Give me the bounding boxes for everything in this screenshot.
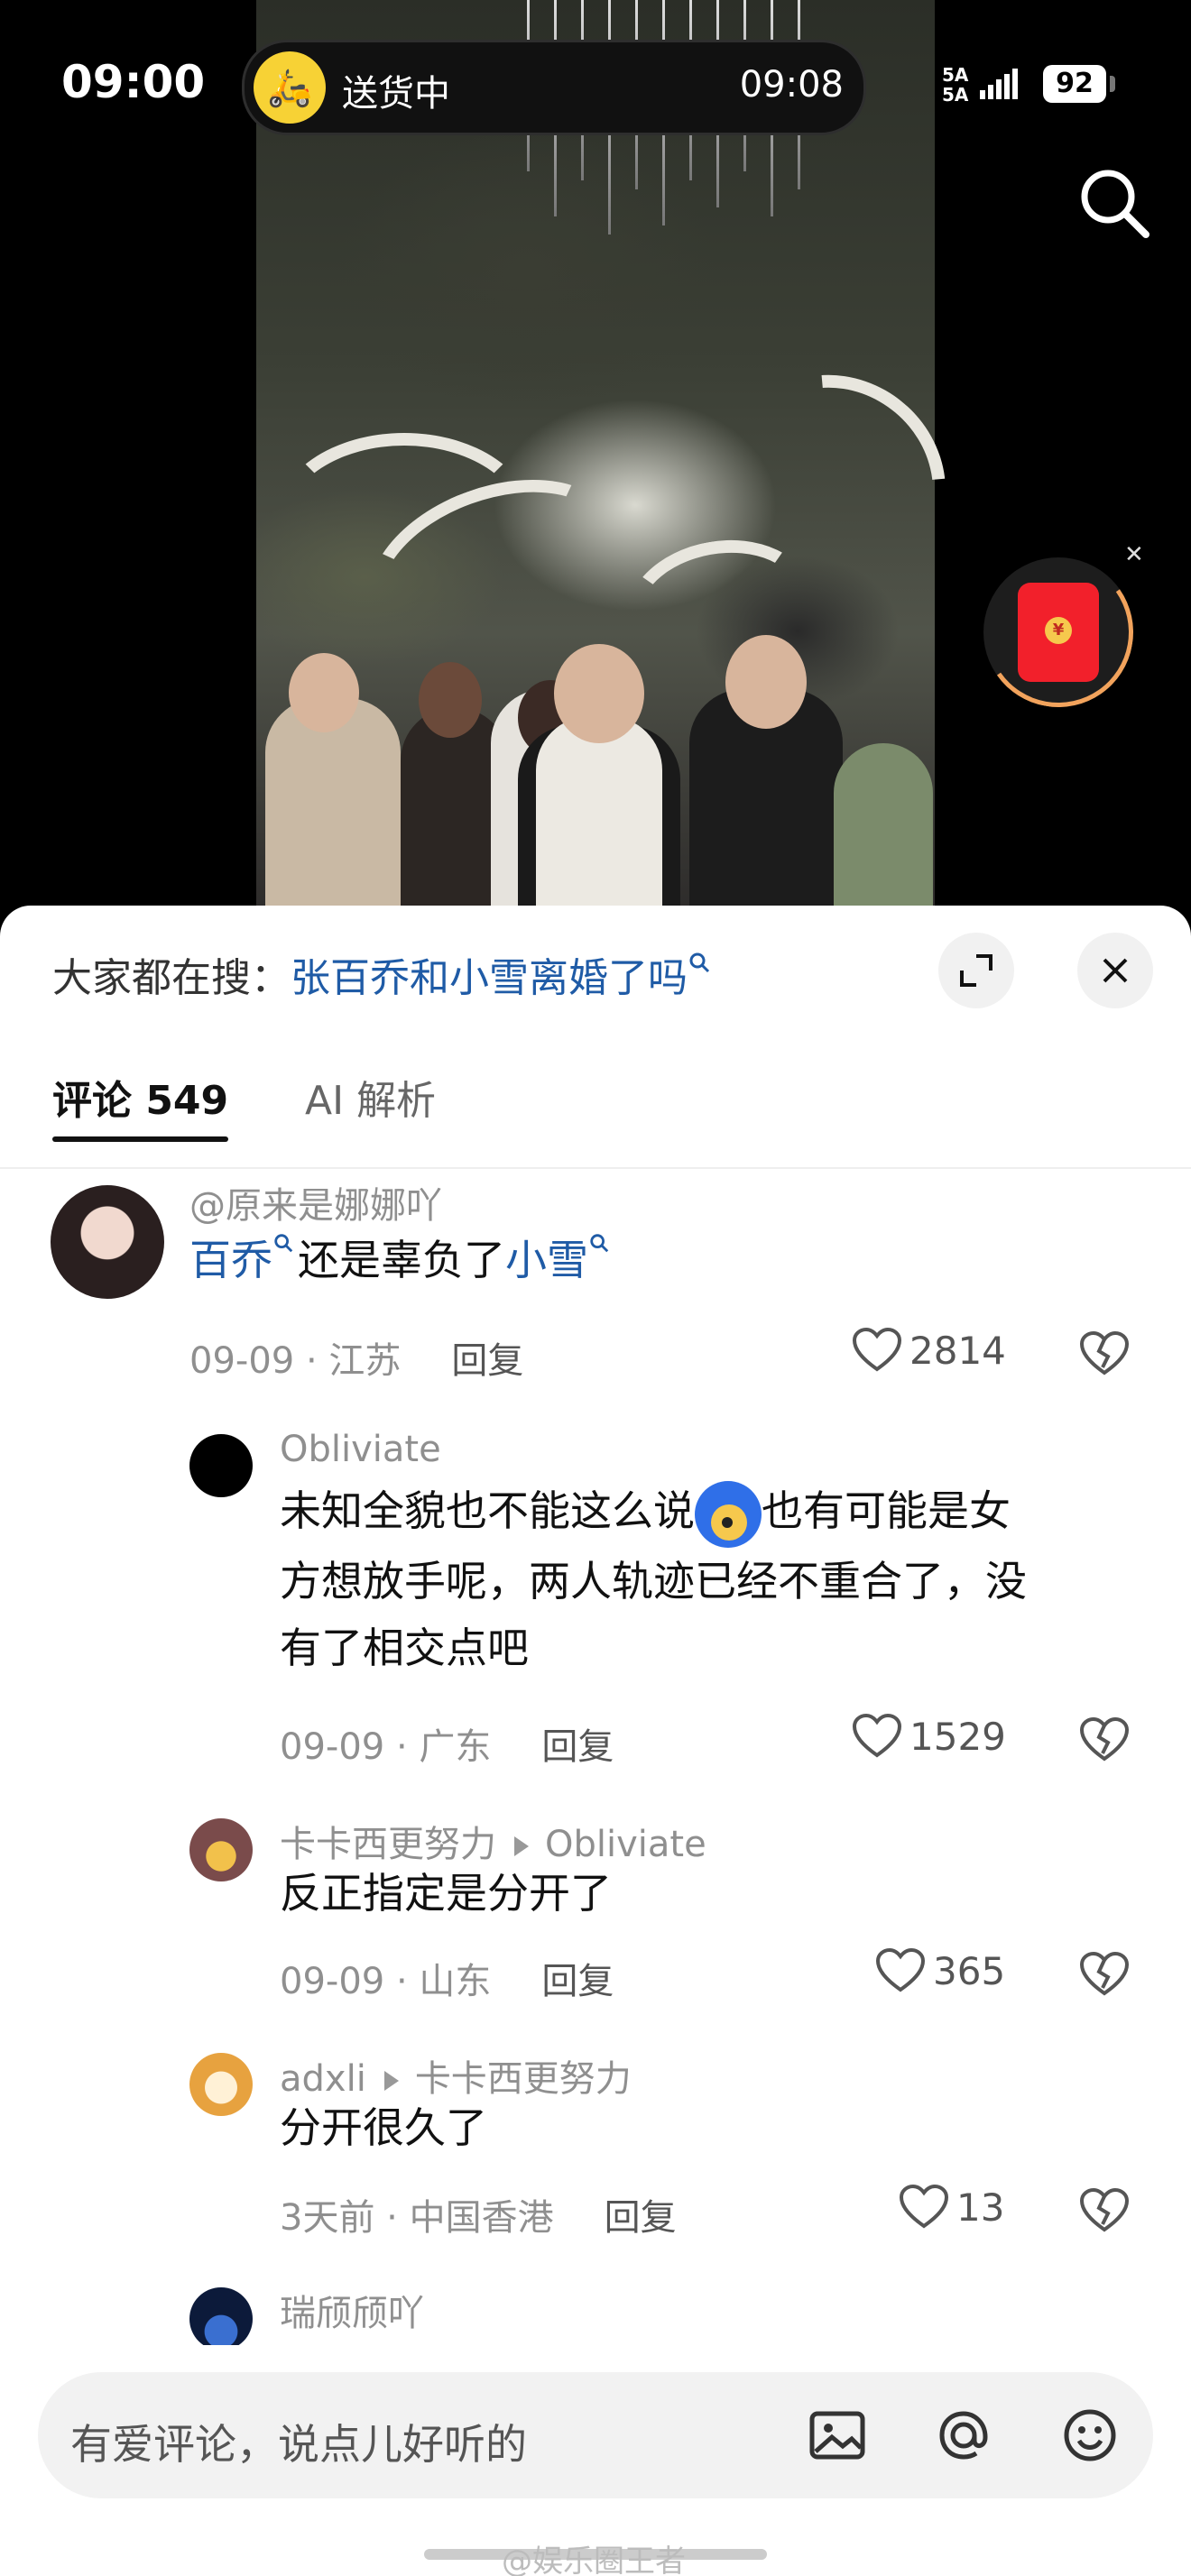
avatar[interactable] (189, 2053, 253, 2116)
like-button[interactable]: 1529 (852, 1714, 1006, 1759)
like-count: 13 (956, 2185, 1005, 2230)
heart-icon (875, 1948, 926, 1992)
avatar[interactable] (51, 1185, 164, 1299)
reply-button[interactable]: 回复 (451, 1340, 523, 1382)
broken-heart-icon[interactable] (1079, 1331, 1130, 1376)
live-activity-time: 09:08 (739, 64, 844, 106)
close-sheet-button[interactable] (1077, 933, 1153, 1008)
reply-button[interactable]: 回复 (541, 1726, 614, 1768)
search-icon[interactable] (1074, 162, 1155, 244)
avatar[interactable] (189, 1434, 253, 1497)
avatar[interactable] (189, 2287, 253, 2351)
comment-text: 分开很久了 (280, 2103, 487, 2152)
broken-heart-icon[interactable] (1079, 1717, 1130, 1762)
like-count: 2814 (909, 1328, 1006, 1373)
comment-meta: 09-09 · 山东 回复 (280, 1961, 614, 2002)
search-suggestion-prefix: 大家都在搜： (52, 955, 291, 1001)
red-packet-widget[interactable]: ¥ (971, 545, 1146, 720)
tab-ai-analysis[interactable]: AI 解析 (305, 1068, 436, 1126)
status-time: 09:00 (61, 56, 206, 108)
expand-icon (960, 954, 992, 987)
at-icon[interactable] (931, 2403, 996, 2468)
broken-heart-icon[interactable] (1079, 1952, 1130, 1997)
watermark: @娱乐圈王者 (502, 2544, 686, 2576)
search-suggestion-query[interactable]: 张百乔和小雪离婚了吗 (291, 955, 688, 1001)
heart-icon (852, 1328, 902, 1372)
reply-arrow-icon (383, 2071, 399, 2091)
comment-sheet: 大家都在搜：张百乔和小雪离婚了吗 评论 549 AI 解析 @原来是娜娜吖 百乔… (0, 906, 1191, 2576)
like-button[interactable]: 13 (899, 2185, 1004, 2230)
like-count: 365 (933, 1948, 1006, 1993)
emoji-icon[interactable] (1057, 2403, 1122, 2468)
heart-icon (899, 2185, 949, 2229)
close-icon (1103, 958, 1128, 983)
live-activity-label: 送货中 (342, 73, 450, 115)
broken-heart-icon[interactable] (1079, 2188, 1130, 2233)
comment-meta: 09-09 · 广东 回复 (280, 1726, 614, 1768)
heart-icon (852, 1714, 902, 1758)
battery-cap (1110, 76, 1115, 92)
like-button[interactable]: 365 (875, 1948, 1005, 1993)
search-suggestion[interactable]: 大家都在搜：张百乔和小雪离婚了吗 (52, 945, 711, 1003)
comment-input-placeholder: 有爱评论，说点儿好听的 (70, 2420, 527, 2469)
avatar[interactable] (189, 1818, 253, 1881)
like-button[interactable]: 2814 (852, 1328, 1006, 1373)
reply-arrow-icon (514, 1836, 529, 1856)
red-packet-close-icon[interactable]: ✕ (1124, 541, 1144, 568)
comment-text: 百乔 还是辜负了小雪 (189, 1227, 614, 1293)
delivery-scooter-icon: 🛵 (254, 51, 326, 124)
comment-input-bar: 有爱评论，说点儿好听的 @娱乐圈王者 (0, 2345, 1191, 2576)
battery-level: 92 (1043, 65, 1106, 103)
signal-label: 5A 5A (942, 64, 969, 106)
live-activity-pill[interactable]: 🛵 送货中 09:08 (242, 40, 866, 135)
reply-button[interactable]: 回复 (605, 2197, 677, 2239)
comment-username[interactable]: @原来是娜娜吖 (189, 1176, 442, 1228)
comment-text: 反正指定是分开了 (280, 1869, 612, 1918)
comment-input[interactable]: 有爱评论，说点儿好听的 (38, 2372, 1153, 2498)
comment-meta: 3天前 · 中国香港 回复 (280, 2197, 677, 2239)
comment-username[interactable]: Obliviate (280, 1429, 441, 1470)
comment-text: 未知全貌也不能这么说 也有可能是女 方想放手呢，两人轨迹已经不重合了，没 有了相交… (280, 1477, 1137, 1681)
search-mini-icon (590, 1234, 609, 1253)
red-envelope-icon: ¥ (1018, 583, 1099, 682)
like-count: 1529 (909, 1714, 1006, 1759)
search-mini-icon (689, 952, 710, 973)
image-icon[interactable] (805, 2403, 870, 2468)
comment-tabs: 评论 549 AI 解析 (0, 1068, 1191, 1169)
status-bar: 09:00 🛵 送货中 09:08 5A 5A 92 (0, 0, 1191, 171)
comment-meta: 09-09 · 江苏 回复 (189, 1340, 524, 1382)
comment-username[interactable]: 瑞颀颀吖 (280, 2284, 424, 2336)
search-mini-icon (274, 1234, 293, 1253)
reply-button[interactable]: 回复 (541, 1961, 614, 2002)
signal-bars-icon (980, 69, 1018, 99)
emoji-icon (695, 1480, 762, 1548)
tab-comments[interactable]: 评论 549 (52, 1068, 229, 1142)
expand-button[interactable] (938, 933, 1014, 1008)
